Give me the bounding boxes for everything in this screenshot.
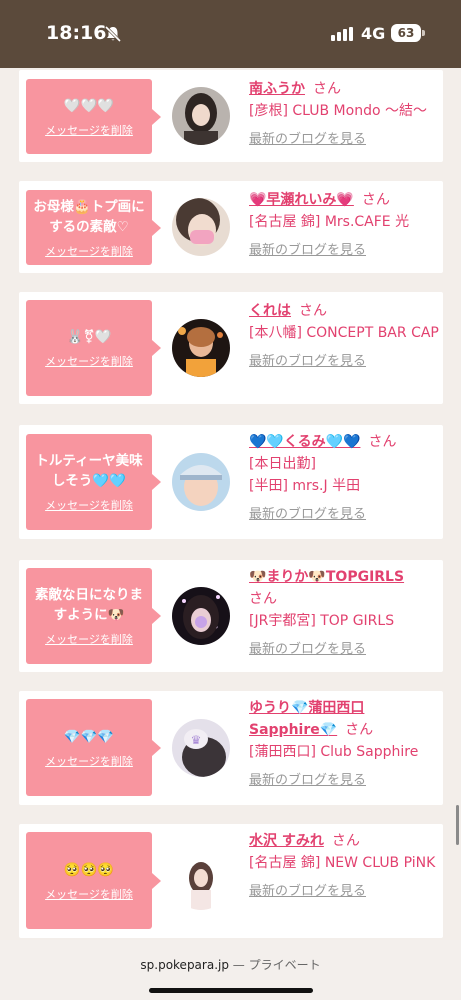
delete-message-link[interactable]: メッセージを削除	[45, 631, 133, 647]
avatar[interactable]	[172, 319, 230, 377]
message-card: お母様🎂トプ画にするの素敵♡ メッセージを削除 💗早瀬れいみ💗 さん [名古屋 錦…	[19, 181, 443, 273]
address-bar[interactable]: sp.pokepara.jp — プライベート	[0, 956, 461, 973]
battery-icon: 63	[391, 24, 421, 42]
shop-name: [名古屋 錦] Mrs.CAFE 光	[249, 214, 410, 230]
shop-name: [彦根] CLUB Mondo 〜結〜	[249, 103, 427, 119]
message-list[interactable]: 🤍🤍🤍 メッセージを削除 南ふうか さん [彦根] CLUB Mondo 〜結〜 …	[0, 68, 461, 940]
message-text: 素敵な日になりますように🐶	[35, 587, 143, 623]
bell-slash-icon	[104, 25, 122, 43]
message-card: 🤍🤍🤍 メッセージを削除 南ふうか さん [彦根] CLUB Mondo 〜結〜 …	[19, 70, 443, 162]
shop-name: [名古屋 錦] NEW CLUB PiNK	[249, 855, 436, 871]
message-bubble: お母様🎂トプ画にするの素敵♡ メッセージを削除	[26, 190, 161, 265]
message-text: 🤍🤍🤍	[63, 97, 115, 114]
message-text: トルティーヤ美味しそう🩵🩵	[35, 453, 143, 489]
avatar[interactable]	[172, 852, 230, 910]
message-card: 💎💎💎 メッセージを削除 ♛ ゆうり💎蒲田西口 Sapphire💎 さん [蒲田西…	[19, 691, 443, 805]
message-card: 素敵な日になりますように🐶 メッセージを削除 🐶まりか🐶TOPGIRLS さん …	[19, 560, 443, 672]
message-text: お母様🎂トプ画にするの素敵♡	[33, 198, 145, 235]
message-card: 🥺🥺🥺 メッセージを削除 水沢 すみれ さん [名古屋 錦] NEW CLUB P…	[19, 824, 443, 938]
honorific: さん	[299, 303, 327, 319]
cast-info: 水沢 すみれ さん [名古屋 錦] NEW CLUB PiNK 最新のブログを見る	[249, 830, 439, 899]
home-indicator[interactable]	[149, 988, 313, 993]
delete-message-link[interactable]: メッセージを削除	[45, 753, 133, 769]
cast-info: ゆうり💎蒲田西口 Sapphire💎 さん [蒲田西口] Club Sapphir…	[249, 697, 439, 788]
delete-message-link[interactable]: メッセージを削除	[45, 353, 133, 369]
honorific: さん	[361, 192, 390, 208]
cast-name-link[interactable]: 💗早瀬れいみ💗	[249, 192, 354, 208]
svg-text:♛: ♛	[191, 733, 202, 747]
message-bubble: 🥺🥺🥺 メッセージを削除	[26, 832, 161, 929]
message-text: 🥺🥺🥺	[63, 861, 115, 878]
latest-blog-link[interactable]: 最新のブログを見る	[249, 350, 366, 369]
browser-bottom-bar: sp.pokepara.jp — プライベート	[0, 940, 461, 1000]
message-bubble: 🐰⚧🤍 メッセージを削除	[26, 300, 161, 396]
honorific: さん	[249, 591, 277, 607]
cast-name-link[interactable]: 💙🩵くるみ🩵💙	[249, 434, 360, 450]
latest-blog-link[interactable]: 最新のブログを見る	[249, 880, 366, 899]
delete-message-link[interactable]: メッセージを削除	[45, 122, 133, 138]
message-bubble: トルティーヤ美味しそう🩵🩵 メッセージを削除	[26, 434, 161, 530]
avatar[interactable]	[172, 87, 230, 145]
shop-name: [本八幡] CONCEPT BAR CAP	[249, 325, 439, 341]
honorific: さん	[313, 81, 341, 97]
message-bubble: 💎💎💎 メッセージを削除	[26, 699, 161, 796]
cast-name-link[interactable]: 水沢 すみれ	[249, 833, 324, 849]
latest-blog-link[interactable]: 最新のブログを見る	[249, 239, 366, 258]
cast-info: 🐶まりか🐶TOPGIRLS さん [JR宇都宮] TOP GIRLS 最新のブロ…	[249, 566, 439, 657]
cast-info: くれは さん [本八幡] CONCEPT BAR CAP 最新のブログを見る	[249, 300, 439, 369]
latest-blog-link[interactable]: 最新のブログを見る	[249, 769, 366, 788]
shop-name: [JR宇都宮] TOP GIRLS	[249, 613, 395, 629]
message-card: 🐰⚧🤍 メッセージを削除 くれは さん [本八幡] CONCEPT BAR CAP…	[19, 292, 443, 404]
network-type: 4G	[361, 24, 386, 43]
avatar[interactable]	[172, 198, 230, 256]
honorific: さん	[345, 722, 374, 738]
delete-message-link[interactable]: メッセージを削除	[45, 497, 133, 513]
honorific: さん	[331, 833, 360, 849]
latest-blog-link[interactable]: 最新のブログを見る	[249, 638, 366, 657]
status-time: 18:16	[46, 22, 107, 44]
status-bar: 18:16 4G 63	[0, 0, 461, 68]
honorific: さん	[368, 434, 397, 450]
message-bubble: 素敵な日になりますように🐶 メッセージを削除	[26, 568, 161, 664]
cast-info: 💗早瀬れいみ💗 さん [名古屋 錦] Mrs.CAFE 光 最新のブログを見る	[249, 189, 439, 258]
scrollbar[interactable]	[456, 805, 459, 845]
shop-name: [蒲田西口] Club Sapphire	[249, 744, 419, 760]
cast-info: 南ふうか さん [彦根] CLUB Mondo 〜結〜 最新のブログを見る	[249, 78, 439, 147]
cast-info: 💙🩵くるみ🩵💙 さん [本日出勤] [半田] mrs.J 半田 最新のブログを見る	[249, 431, 439, 522]
avatar[interactable]: ♛	[172, 719, 230, 777]
shop-name: [半田] mrs.J 半田	[249, 478, 361, 494]
latest-blog-link[interactable]: 最新のブログを見る	[249, 128, 366, 147]
avatar[interactable]	[172, 453, 230, 511]
cast-name-link[interactable]: くれは	[249, 303, 291, 319]
url-domain: sp.pokepara.jp	[140, 958, 229, 972]
message-card: トルティーヤ美味しそう🩵🩵 メッセージを削除 💙🩵くるみ🩵💙 さん [本日出勤] …	[19, 425, 443, 539]
delete-message-link[interactable]: メッセージを削除	[45, 886, 133, 902]
avatar[interactable]	[172, 587, 230, 645]
message-bubble: 🤍🤍🤍 メッセージを削除	[26, 79, 161, 154]
latest-blog-link[interactable]: 最新のブログを見る	[249, 503, 366, 522]
cast-name-link[interactable]: 南ふうか	[249, 81, 305, 97]
battery-tip	[422, 30, 425, 36]
message-text: 🐰⚧🤍	[66, 329, 112, 345]
delete-message-link[interactable]: メッセージを削除	[45, 243, 133, 259]
cast-name-link[interactable]: 🐶まりか🐶TOPGIRLS	[249, 569, 404, 585]
private-browsing-label: — プライベート	[228, 958, 321, 972]
work-status: [本日出勤]	[249, 456, 316, 472]
message-text: 💎💎💎	[63, 728, 115, 745]
